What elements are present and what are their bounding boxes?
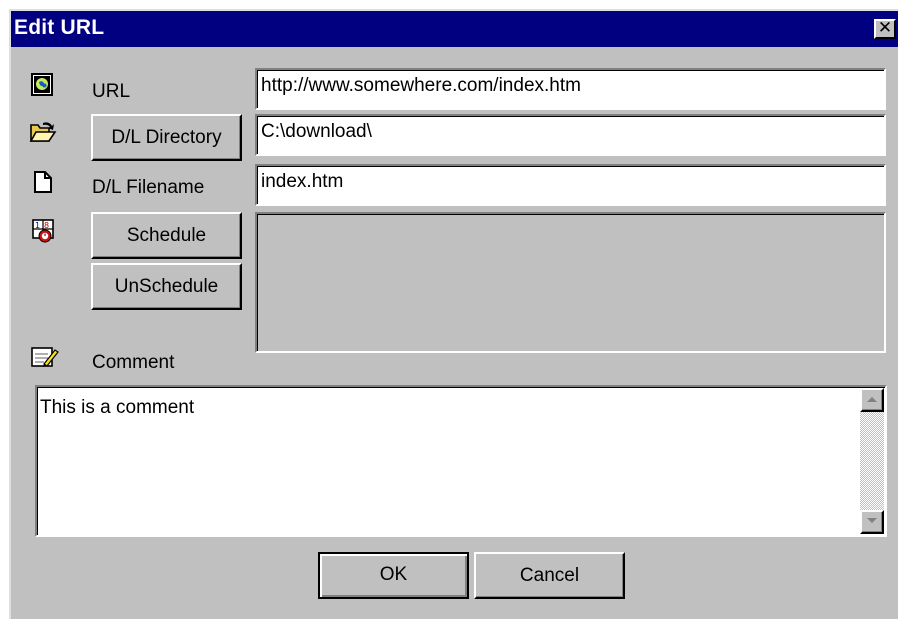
comment-scrollbar[interactable] [860, 388, 884, 534]
calendar-clock-icon: 1 8 [31, 218, 57, 244]
cancel-button[interactable]: Cancel [474, 552, 625, 599]
close-button[interactable]: ✕ [874, 19, 896, 39]
svg-text:1: 1 [35, 221, 40, 230]
title-bar[interactable]: Edit URL ✕ [11, 11, 898, 47]
document-icon [32, 170, 54, 194]
comment-text: This is a comment [40, 397, 195, 418]
edit-url-dialog: Edit URL ✕ URL http://www.somewhere.com/… [9, 9, 898, 619]
notepad-pencil-icon [30, 344, 60, 370]
open-folder-icon [29, 121, 57, 145]
ok-button-label: OK [379, 564, 408, 585]
globe-icon [31, 73, 55, 97]
scroll-down-arrow-icon[interactable] [860, 510, 884, 534]
directory-input[interactable]: C:\download\ [255, 114, 886, 156]
dl-directory-button[interactable]: D/L Directory [91, 114, 242, 161]
ok-button[interactable]: OK [318, 552, 469, 599]
unschedule-button-label: UnSchedule [114, 276, 219, 297]
filename-input[interactable]: index.htm [255, 164, 886, 206]
svg-text:8: 8 [44, 221, 49, 230]
comment-textarea[interactable]: This is a comment [35, 385, 887, 537]
schedule-button[interactable]: Schedule [91, 212, 242, 259]
schedule-button-label: Schedule [126, 225, 207, 246]
schedule-info-panel [255, 212, 886, 353]
cancel-button-label: Cancel [519, 565, 580, 586]
comment-label: Comment [92, 352, 175, 373]
window-title: Edit URL [14, 16, 105, 39]
dl-directory-button-label: D/L Directory [111, 127, 222, 148]
url-label: URL [92, 81, 131, 102]
url-input[interactable]: http://www.somewhere.com/index.htm [255, 68, 886, 110]
dl-filename-label: D/L Filename [92, 177, 205, 198]
unschedule-button[interactable]: UnSchedule [91, 263, 242, 310]
scroll-up-arrow-icon[interactable] [860, 388, 884, 412]
